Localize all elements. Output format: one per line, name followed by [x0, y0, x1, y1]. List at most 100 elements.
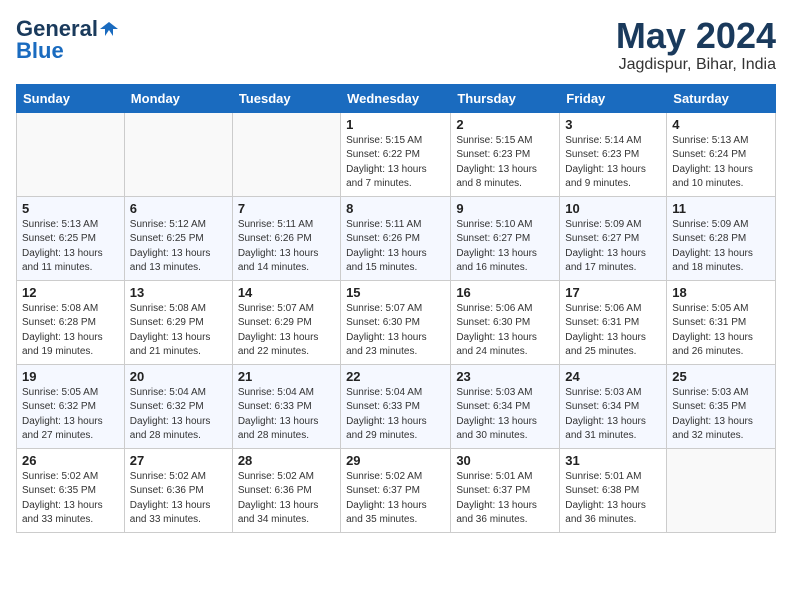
calendar-cell: 17 Sunrise: 5:06 AM Sunset: 6:31 PM Dayli… [560, 280, 667, 364]
day-info: Sunrise: 5:11 AM Sunset: 6:26 PM Dayligh… [238, 218, 335, 276]
day-info: Sunrise: 5:02 AM Sunset: 6:36 PM Dayligh… [130, 470, 227, 528]
calendar-cell: 27 Sunrise: 5:02 AM Sunset: 6:36 PM Dayli… [124, 448, 232, 532]
day-number: 24 [565, 369, 661, 384]
day-number: 31 [565, 453, 661, 468]
day-of-week-header: Saturday [667, 84, 776, 112]
day-number: 6 [130, 201, 227, 216]
day-info: Sunrise: 5:07 AM Sunset: 6:29 PM Dayligh… [238, 302, 335, 360]
calendar-cell: 9 Sunrise: 5:10 AM Sunset: 6:27 PM Daylig… [451, 196, 560, 280]
day-info: Sunrise: 5:01 AM Sunset: 6:37 PM Dayligh… [456, 470, 554, 528]
day-info: Sunrise: 5:12 AM Sunset: 6:25 PM Dayligh… [130, 218, 227, 276]
calendar-header-row: SundayMondayTuesdayWednesdayThursdayFrid… [17, 84, 776, 112]
calendar-cell: 15 Sunrise: 5:07 AM Sunset: 6:30 PM Dayli… [341, 280, 451, 364]
calendar-cell: 7 Sunrise: 5:11 AM Sunset: 6:26 PM Daylig… [232, 196, 340, 280]
calendar-week-row: 12Sunrise: 5:08 AM Sunset: 6:28 PM Dayli… [17, 280, 776, 364]
day-number: 26 [22, 453, 119, 468]
day-of-week-header: Friday [560, 84, 667, 112]
day-info: Sunrise: 5:02 AM Sunset: 6:37 PM Dayligh… [346, 470, 445, 528]
calendar-week-row: 5 Sunrise: 5:13 AM Sunset: 6:25 PM Daylig… [17, 196, 776, 280]
day-info: Sunrise: 5:09 AM Sunset: 6:28 PM Dayligh… [672, 218, 770, 276]
calendar-cell: 21 Sunrise: 5:04 AM Sunset: 6:33 PM Dayli… [232, 364, 340, 448]
calendar-cell: 25 Sunrise: 5:03 AM Sunset: 6:35 PM Dayli… [667, 364, 776, 448]
calendar-cell: 3 Sunrise: 5:14 AM Sunset: 6:23 PM Daylig… [560, 112, 667, 196]
day-number: 25 [672, 369, 770, 384]
day-info: Sunrise: 5:02 AM Sunset: 6:35 PM Dayligh… [22, 470, 119, 528]
day-info: Sunrise: 5:06 AM Sunset: 6:30 PM Dayligh… [456, 302, 554, 360]
day-info: Sunrise: 5:04 AM Sunset: 6:33 PM Dayligh… [238, 386, 335, 444]
day-info: Sunrise: 5:06 AM Sunset: 6:31 PM Dayligh… [565, 302, 661, 360]
day-number: 22 [346, 369, 445, 384]
day-number: 20 [130, 369, 227, 384]
day-of-week-header: Tuesday [232, 84, 340, 112]
calendar-cell: 2 Sunrise: 5:15 AM Sunset: 6:23 PM Daylig… [451, 112, 560, 196]
day-number: 4 [672, 117, 770, 132]
day-number: 10 [565, 201, 661, 216]
calendar-cell: 24 Sunrise: 5:03 AM Sunset: 6:34 PM Dayli… [560, 364, 667, 448]
day-number: 11 [672, 201, 770, 216]
calendar-cell: 10 Sunrise: 5:09 AM Sunset: 6:27 PM Dayli… [560, 196, 667, 280]
calendar-cell: 22 Sunrise: 5:04 AM Sunset: 6:33 PM Dayli… [341, 364, 451, 448]
logo-bird-icon [100, 20, 118, 38]
calendar-cell: 26 Sunrise: 5:02 AM Sunset: 6:35 PM Dayli… [17, 448, 125, 532]
day-info: Sunrise: 5:02 AM Sunset: 6:36 PM Dayligh… [238, 470, 335, 528]
day-info: Sunrise: 5:03 AM Sunset: 6:35 PM Dayligh… [672, 386, 770, 444]
day-number: 16 [456, 285, 554, 300]
title-block: May 2024 Jagdispur, Bihar, India [616, 16, 776, 74]
day-info: Sunrise: 5:03 AM Sunset: 6:34 PM Dayligh… [456, 386, 554, 444]
day-number: 17 [565, 285, 661, 300]
calendar-week-row: 19 Sunrise: 5:05 AM Sunset: 6:32 PM Dayli… [17, 364, 776, 448]
calendar-cell: 30 Sunrise: 5:01 AM Sunset: 6:37 PM Dayli… [451, 448, 560, 532]
calendar-cell: 20 Sunrise: 5:04 AM Sunset: 6:32 PM Dayli… [124, 364, 232, 448]
day-number: 15 [346, 285, 445, 300]
day-number: 3 [565, 117, 661, 132]
calendar-week-row: 26 Sunrise: 5:02 AM Sunset: 6:35 PM Dayli… [17, 448, 776, 532]
location-subtitle: Jagdispur, Bihar, India [616, 56, 776, 74]
day-info: Sunrise: 5:09 AM Sunset: 6:27 PM Dayligh… [565, 218, 661, 276]
calendar-cell: 14Sunrise: 5:07 AM Sunset: 6:29 PM Dayli… [232, 280, 340, 364]
day-info: Sunrise: 5:14 AM Sunset: 6:23 PM Dayligh… [565, 134, 661, 192]
calendar-cell: 23 Sunrise: 5:03 AM Sunset: 6:34 PM Dayli… [451, 364, 560, 448]
day-info: Sunrise: 5:13 AM Sunset: 6:24 PM Dayligh… [672, 134, 770, 192]
calendar-cell: 5 Sunrise: 5:13 AM Sunset: 6:25 PM Daylig… [17, 196, 125, 280]
day-info: Sunrise: 5:15 AM Sunset: 6:23 PM Dayligh… [456, 134, 554, 192]
day-number: 19 [22, 369, 119, 384]
day-number: 2 [456, 117, 554, 132]
day-number: 9 [456, 201, 554, 216]
day-number: 28 [238, 453, 335, 468]
day-info: Sunrise: 5:10 AM Sunset: 6:27 PM Dayligh… [456, 218, 554, 276]
calendar-cell: 29 Sunrise: 5:02 AM Sunset: 6:37 PM Dayli… [341, 448, 451, 532]
day-number: 21 [238, 369, 335, 384]
day-info: Sunrise: 5:13 AM Sunset: 6:25 PM Dayligh… [22, 218, 119, 276]
day-of-week-header: Thursday [451, 84, 560, 112]
calendar-cell: 6 Sunrise: 5:12 AM Sunset: 6:25 PM Daylig… [124, 196, 232, 280]
day-number: 30 [456, 453, 554, 468]
day-info: Sunrise: 5:04 AM Sunset: 6:32 PM Dayligh… [130, 386, 227, 444]
logo: General Blue [16, 16, 118, 64]
day-number: 7 [238, 201, 335, 216]
day-of-week-header: Wednesday [341, 84, 451, 112]
page-header: General Blue May 2024 Jagdispur, Bihar, … [16, 16, 776, 74]
day-of-week-header: Monday [124, 84, 232, 112]
calendar-cell: 1Sunrise: 5:15 AM Sunset: 6:22 PM Daylig… [341, 112, 451, 196]
day-of-week-header: Sunday [17, 84, 125, 112]
day-info: Sunrise: 5:05 AM Sunset: 6:32 PM Dayligh… [22, 386, 119, 444]
day-info: Sunrise: 5:03 AM Sunset: 6:34 PM Dayligh… [565, 386, 661, 444]
month-year-title: May 2024 [616, 16, 776, 56]
day-info: Sunrise: 5:04 AM Sunset: 6:33 PM Dayligh… [346, 386, 445, 444]
calendar-cell: 13Sunrise: 5:08 AM Sunset: 6:29 PM Dayli… [124, 280, 232, 364]
calendar-cell: 11 Sunrise: 5:09 AM Sunset: 6:28 PM Dayli… [667, 196, 776, 280]
day-number: 18 [672, 285, 770, 300]
day-number: 29 [346, 453, 445, 468]
day-number: 23 [456, 369, 554, 384]
day-number: 5 [22, 201, 119, 216]
calendar-table: SundayMondayTuesdayWednesdayThursdayFrid… [16, 84, 776, 533]
calendar-cell [667, 448, 776, 532]
calendar-cell: 16 Sunrise: 5:06 AM Sunset: 6:30 PM Dayli… [451, 280, 560, 364]
day-number: 27 [130, 453, 227, 468]
day-info: Sunrise: 5:01 AM Sunset: 6:38 PM Dayligh… [565, 470, 661, 528]
calendar-cell [232, 112, 340, 196]
calendar-cell: 12Sunrise: 5:08 AM Sunset: 6:28 PM Dayli… [17, 280, 125, 364]
calendar-week-row: 1Sunrise: 5:15 AM Sunset: 6:22 PM Daylig… [17, 112, 776, 196]
day-info: Sunrise: 5:07 AM Sunset: 6:30 PM Dayligh… [346, 302, 445, 360]
calendar-cell: 18Sunrise: 5:05 AM Sunset: 6:31 PM Dayli… [667, 280, 776, 364]
